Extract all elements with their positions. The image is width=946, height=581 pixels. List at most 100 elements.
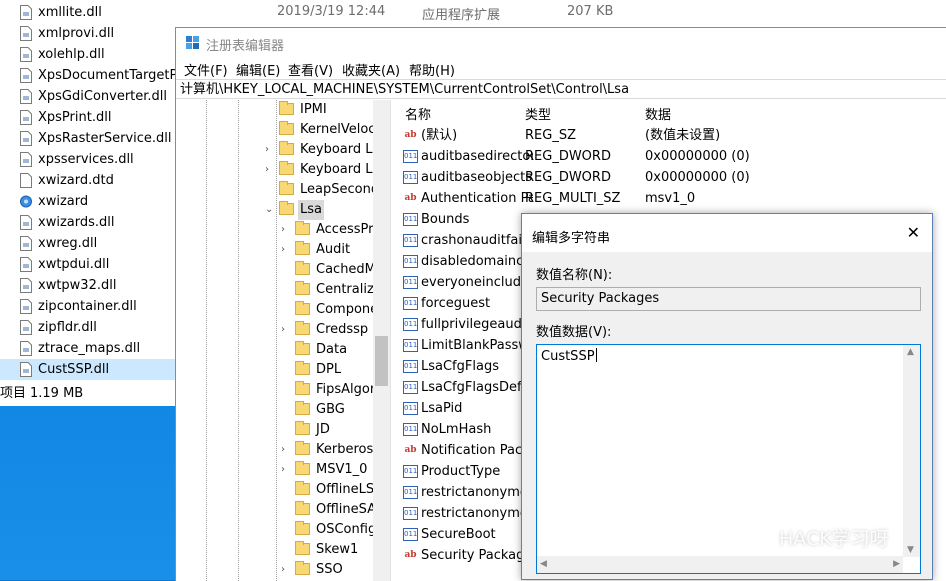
value-name: auditbasedirectories — [421, 149, 533, 164]
dll-file-icon — [20, 5, 32, 20]
binary-value-icon: 011 — [403, 423, 418, 436]
folder-icon — [295, 541, 310, 555]
menu-item[interactable]: 编辑(E) — [236, 60, 280, 79]
value-name-label: 数值名称(N): — [536, 268, 613, 283]
menu-item[interactable]: 帮助(H) — [409, 60, 455, 79]
expand-chevron-icon[interactable]: ⌄ — [265, 200, 275, 220]
file-name: xmllite.dll — [38, 5, 102, 20]
folder-icon — [295, 481, 310, 495]
file-row[interactable]: xmlprovi.dll — [0, 23, 180, 44]
value-name: disabledomaincreds — [421, 254, 533, 269]
folder-icon — [295, 561, 310, 575]
file-row[interactable]: xwizard — [0, 191, 180, 212]
expand-chevron-icon[interactable]: › — [281, 320, 291, 340]
value-name: LsaCfgFlags — [421, 359, 499, 374]
dll-file-icon — [20, 152, 32, 167]
vertical-scrollbar[interactable]: ▲ ▼ — [903, 345, 920, 557]
menu-item[interactable]: 查看(V) — [288, 60, 333, 79]
dialog-titlebar: 编辑多字符串 ✕ — [522, 214, 932, 252]
folder-icon — [295, 441, 310, 455]
file-icon — [20, 173, 32, 188]
close-icon[interactable]: ✕ — [907, 223, 920, 242]
file-row[interactable]: XpsDocumentTargetPrint.dll — [0, 65, 219, 86]
registry-tree[interactable]: IPMIKernelVelocity›Keyboard Layout›Keybo… — [176, 100, 391, 581]
file-name: xwizard — [38, 194, 89, 209]
file-name: xpsservices.dll — [38, 152, 134, 167]
scroll-left-icon[interactable]: ◀ — [540, 559, 547, 569]
folder-icon — [279, 141, 294, 155]
value-data: msv1_0 — [645, 191, 696, 206]
value-row[interactable]: ab (默认) REG_SZ (数值未设置) — [397, 125, 946, 146]
tree-node-label: Lsa — [298, 200, 324, 220]
expand-chevron-icon[interactable]: › — [281, 440, 291, 460]
expand-chevron-icon[interactable]: › — [281, 240, 291, 260]
file-name: ztrace_maps.dll — [38, 341, 141, 356]
value-name: Bounds — [421, 212, 470, 227]
folder-icon — [295, 241, 310, 255]
value-name: LsaPid — [421, 401, 463, 416]
horizontal-scrollbar[interactable]: ◀ ▶ — [537, 556, 903, 573]
file-row[interactable]: CustSSP.dll — [0, 359, 176, 380]
binary-value-icon: 011 — [403, 255, 418, 268]
binary-value-icon: 011 — [403, 234, 418, 247]
file-size: 207 KB — [567, 4, 614, 19]
folder-icon — [295, 261, 310, 275]
binary-value-icon: 011 — [403, 465, 418, 478]
status-size: 1.19 MB — [30, 386, 84, 401]
value-name: Authentication Packages — [421, 191, 533, 206]
wechat-icon — [745, 526, 771, 548]
expand-chevron-icon[interactable]: › — [265, 140, 275, 160]
value-row[interactable]: 011 auditbaseobjects REG_DWORD 0x00000000 (… — [397, 167, 946, 188]
string-value-icon: ab — [404, 130, 417, 140]
file-name: xolehlp.dll — [38, 47, 105, 62]
file-row[interactable]: xpsservices.dll — [0, 149, 180, 170]
value-name-field: Security Packages — [536, 287, 921, 311]
expand-chevron-icon[interactable]: › — [281, 220, 291, 240]
file-name: xmlprovi.dll — [38, 26, 115, 41]
menu-item[interactable]: 文件(F) — [184, 60, 228, 79]
file-row[interactable]: xwizard.dtd — [0, 170, 180, 191]
status-items: 项目 — [0, 386, 27, 401]
file-row[interactable]: zipcontainer.dll — [0, 296, 180, 317]
dll-file-icon — [20, 131, 32, 146]
expand-chevron-icon[interactable]: › — [265, 160, 275, 180]
file-row[interactable]: ztrace_maps.dll — [0, 338, 180, 359]
file-row[interactable]: xwizards.dll — [0, 212, 180, 233]
col-header-type[interactable]: 类型 — [525, 104, 551, 123]
scroll-up-icon[interactable]: ▲ — [907, 347, 914, 357]
expand-chevron-icon[interactable]: › — [281, 560, 291, 580]
status-bar: 项目 1.19 MB — [0, 384, 176, 404]
col-header-name[interactable]: 名称 — [405, 104, 431, 123]
scroll-thumb[interactable] — [375, 336, 388, 386]
file-row[interactable]: xwtpw32.dll — [0, 275, 180, 296]
file-row[interactable]: zipfldr.dll — [0, 317, 180, 338]
title-bar: 注册表编辑器 — [176, 28, 946, 58]
file-row[interactable]: xmllite.dll — [0, 2, 180, 23]
dll-file-icon — [20, 68, 32, 83]
file-type: 应用程序扩展 — [422, 8, 501, 23]
tree-node-label: Audit — [316, 242, 351, 257]
folder-icon — [295, 421, 310, 435]
dll-file-icon — [20, 26, 32, 41]
scroll-down-icon[interactable]: ▼ — [907, 545, 914, 555]
col-header-data[interactable]: 数据 — [645, 104, 671, 123]
address-bar[interactable]: 计算机\HKEY_LOCAL_MACHINE\SYSTEM\CurrentCon… — [176, 79, 946, 99]
file-row[interactable]: xwtpdui.dll — [0, 254, 180, 275]
value-name: (默认) — [421, 128, 458, 143]
tree-scrollbar[interactable] — [373, 100, 390, 581]
folder-icon — [295, 321, 310, 335]
file-row[interactable]: XpsPrint.dll — [0, 107, 180, 128]
scroll-right-icon[interactable]: ▶ — [893, 559, 900, 569]
value-row[interactable]: ab Authentication PackagesREG_MULTI_SZ msv… — [397, 188, 946, 209]
file-row[interactable]: xwreg.dll — [0, 233, 180, 254]
file-row[interactable]: XpsGdiConverter.dll — [0, 86, 180, 107]
menu-item[interactable]: 收藏夹(A) — [342, 60, 400, 79]
file-row[interactable]: xolehlp.dll — [0, 44, 180, 65]
file-row[interactable]: XpsRasterService.dll — [0, 128, 180, 149]
folder-icon — [295, 461, 310, 475]
expand-chevron-icon[interactable]: › — [281, 460, 291, 480]
file-name: xwtpw32.dll — [38, 278, 117, 293]
value-row[interactable]: 011auditbasedirectoriesREG_DWORD 0x000000… — [397, 146, 946, 167]
binary-value-icon: 011 — [403, 150, 418, 163]
value-name: auditbaseobjects — [421, 170, 532, 185]
